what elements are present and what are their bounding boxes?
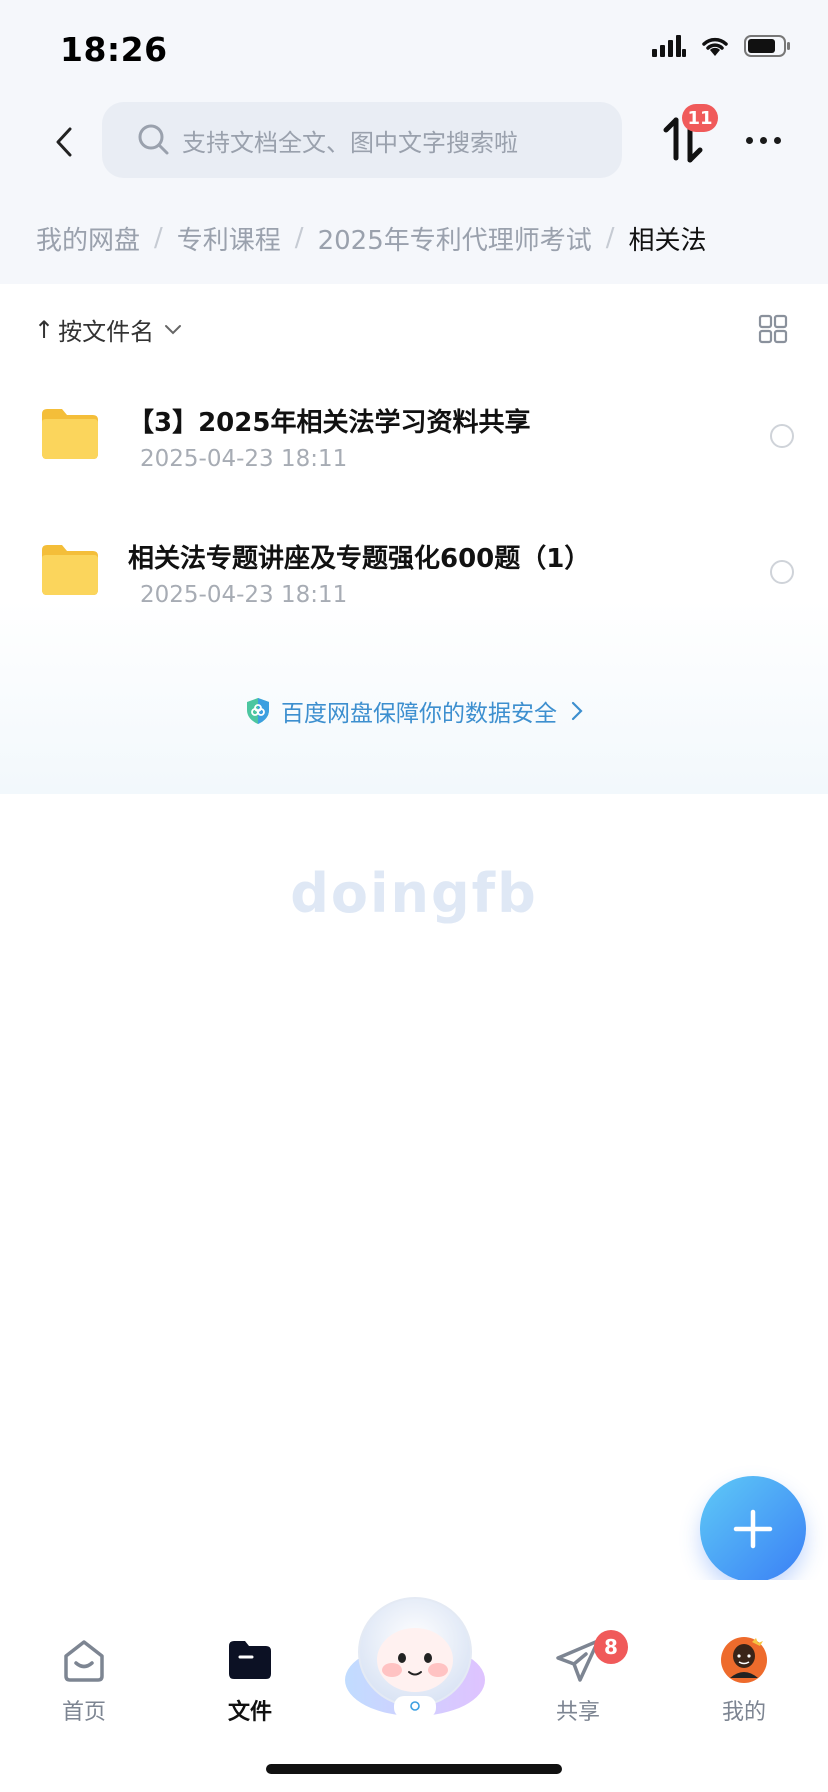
breadcrumb-item-my-disk[interactable]: 我的网盘 [36, 220, 140, 257]
breadcrumb-separator: / [154, 223, 163, 253]
tab-label: 我的 [721, 1700, 766, 1725]
watermark: doingfb [290, 862, 538, 925]
tab-label: 首页 [61, 1700, 106, 1725]
breadcrumb-separator: / [294, 223, 304, 253]
chevron-down-icon [165, 324, 182, 334]
file-list-panel: ↑ 按文件名 【3】2025年相关法学习资料共享 2025-04-23 18:1… [0, 284, 828, 794]
home-icon [64, 1640, 104, 1682]
select-checkbox[interactable] [770, 424, 794, 448]
transfer-badge: 11 [682, 104, 718, 132]
file-name: 【3】2025年相关法学习资料共享 [128, 408, 531, 438]
signal-icon [652, 35, 686, 57]
more-dot [745, 136, 753, 144]
sort-direction-arrow: ↑ [34, 315, 55, 344]
wifi-icon [702, 37, 728, 56]
breadcrumb-item-exam[interactable]: 2025年专利代理师考试 [318, 220, 592, 257]
list-item[interactable]: 【3】2025年相关法学习资料共享 2025-04-23 18:11 [0, 384, 828, 504]
search-placeholder: 支持文档全文、图中文字搜索啦 [182, 128, 518, 157]
more-dot [773, 136, 781, 144]
sort-label: 按文件名 [58, 318, 155, 346]
breadcrumb: 我的网盘 / 专利课程 / 2025年专利代理师考试 / 相关法 [0, 192, 828, 284]
plus-icon [733, 1509, 773, 1549]
back-button[interactable] [44, 118, 84, 166]
shield-icon [247, 698, 269, 724]
status-bar: 18:26 [0, 0, 828, 96]
select-checkbox[interactable] [770, 560, 794, 584]
tab-label: 共享 [555, 1700, 600, 1725]
breadcrumb-current: 相关法 [628, 225, 707, 256]
search-icon [138, 124, 169, 155]
folder-icon [42, 545, 98, 595]
search-input[interactable]: 支持文档全文、图中文字搜索啦 [102, 102, 622, 178]
home-indicator [266, 1764, 562, 1774]
more-button[interactable] [740, 118, 786, 162]
header: 支持文档全文、图中文字搜索啦 11 [0, 96, 828, 192]
add-button[interactable] [700, 1476, 806, 1582]
tab-home[interactable]: 首页 [24, 1636, 144, 1726]
data-security-link[interactable]: 百度网盘保障你的数据安全 [0, 694, 828, 728]
tab-mine[interactable]: 我的 [684, 1636, 804, 1726]
breadcrumb-separator: / [605, 223, 615, 253]
battery-icon [744, 35, 790, 57]
file-date: 2025-04-23 18:11 [140, 446, 348, 472]
grid-view-icon[interactable] [758, 314, 788, 344]
chevron-right-icon [571, 701, 583, 721]
file-name: 相关法专题讲座及专题强化600题（1） [128, 544, 591, 574]
tab-label: 文件 [227, 1700, 272, 1725]
folder-icon [42, 409, 98, 459]
mascot-assistant[interactable] [342, 1592, 488, 1722]
breadcrumb-item-patent-course[interactable]: 专利课程 [177, 220, 281, 257]
folder-icon [229, 1641, 271, 1679]
status-time: 18:26 [60, 30, 168, 69]
more-dot [759, 136, 767, 144]
list-item[interactable]: 相关法专题讲座及专题强化600题（1） 2025-04-23 18:11 [0, 520, 828, 640]
status-icons [652, 34, 792, 58]
avatar [721, 1637, 767, 1683]
tab-files[interactable]: 文件 [190, 1636, 310, 1726]
data-security-text: 百度网盘保障你的数据安全 [281, 701, 557, 727]
chevron-left-icon [56, 127, 72, 157]
sort-selector[interactable]: ↑ 按文件名 [34, 312, 182, 347]
file-date: 2025-04-23 18:11 [140, 582, 348, 608]
share-badge: 8 [594, 1630, 628, 1664]
